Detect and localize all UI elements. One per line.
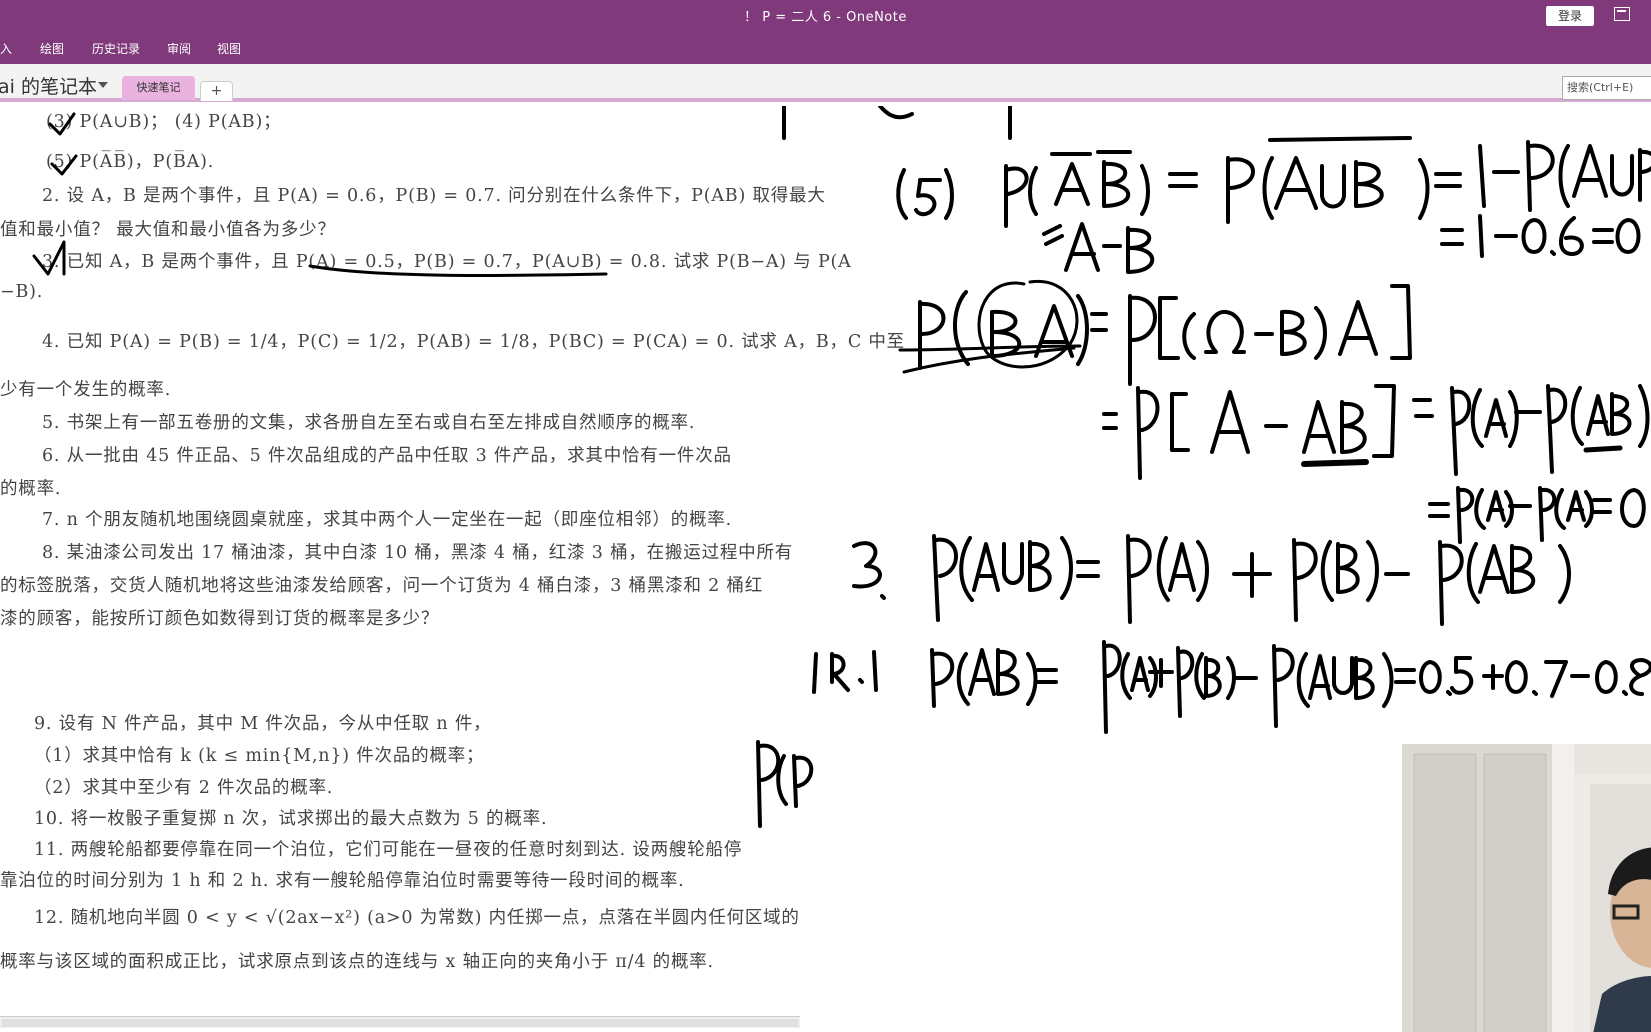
section-tab-quick-notes[interactable]: 快速笔记 [122, 76, 195, 100]
login-button[interactable]: 登录 [1546, 6, 1594, 26]
tab-view[interactable]: 视图 [217, 40, 241, 57]
tab-insert[interactable]: 入 [0, 40, 12, 57]
tab-draw[interactable]: 绘图 [40, 40, 64, 57]
restore-window-icon[interactable] [1614, 7, 1630, 21]
search-input[interactable]: 搜索(Ctrl+E) [1562, 76, 1651, 100]
title-bar: ！ P = 二人 6 - OneNote 登录 [0, 0, 1651, 32]
chevron-down-icon[interactable] [98, 82, 108, 88]
window-title: ！ P = 二人 6 - OneNote [744, 10, 907, 25]
notebook-bar: ai 的笔记本 快速笔记 + 搜索(Ctrl+E) [0, 64, 1651, 102]
tab-review[interactable]: 审阅 [167, 40, 191, 57]
page-canvas[interactable]: (3) P(A∪B)； (4) P(AB)； (5) P(A̅B̅)，P(B̅A… [0, 106, 1651, 1032]
tab-history[interactable]: 历史记录 [92, 40, 140, 57]
add-section-button[interactable]: + [200, 81, 233, 101]
onenote-window: ！ P = 二人 6 - OneNote 登录 入 绘图 历史记录 审阅 视图 … [0, 0, 1651, 1032]
horizontal-scrollbar[interactable] [0, 1016, 800, 1028]
scrollbar-thumb[interactable] [2, 1019, 798, 1027]
ribbon-tabs: 入 绘图 历史记录 审阅 视图 [0, 32, 1651, 64]
webcam-overlay [1402, 744, 1651, 1032]
notebook-selector[interactable]: ai 的笔记本 [0, 72, 97, 99]
